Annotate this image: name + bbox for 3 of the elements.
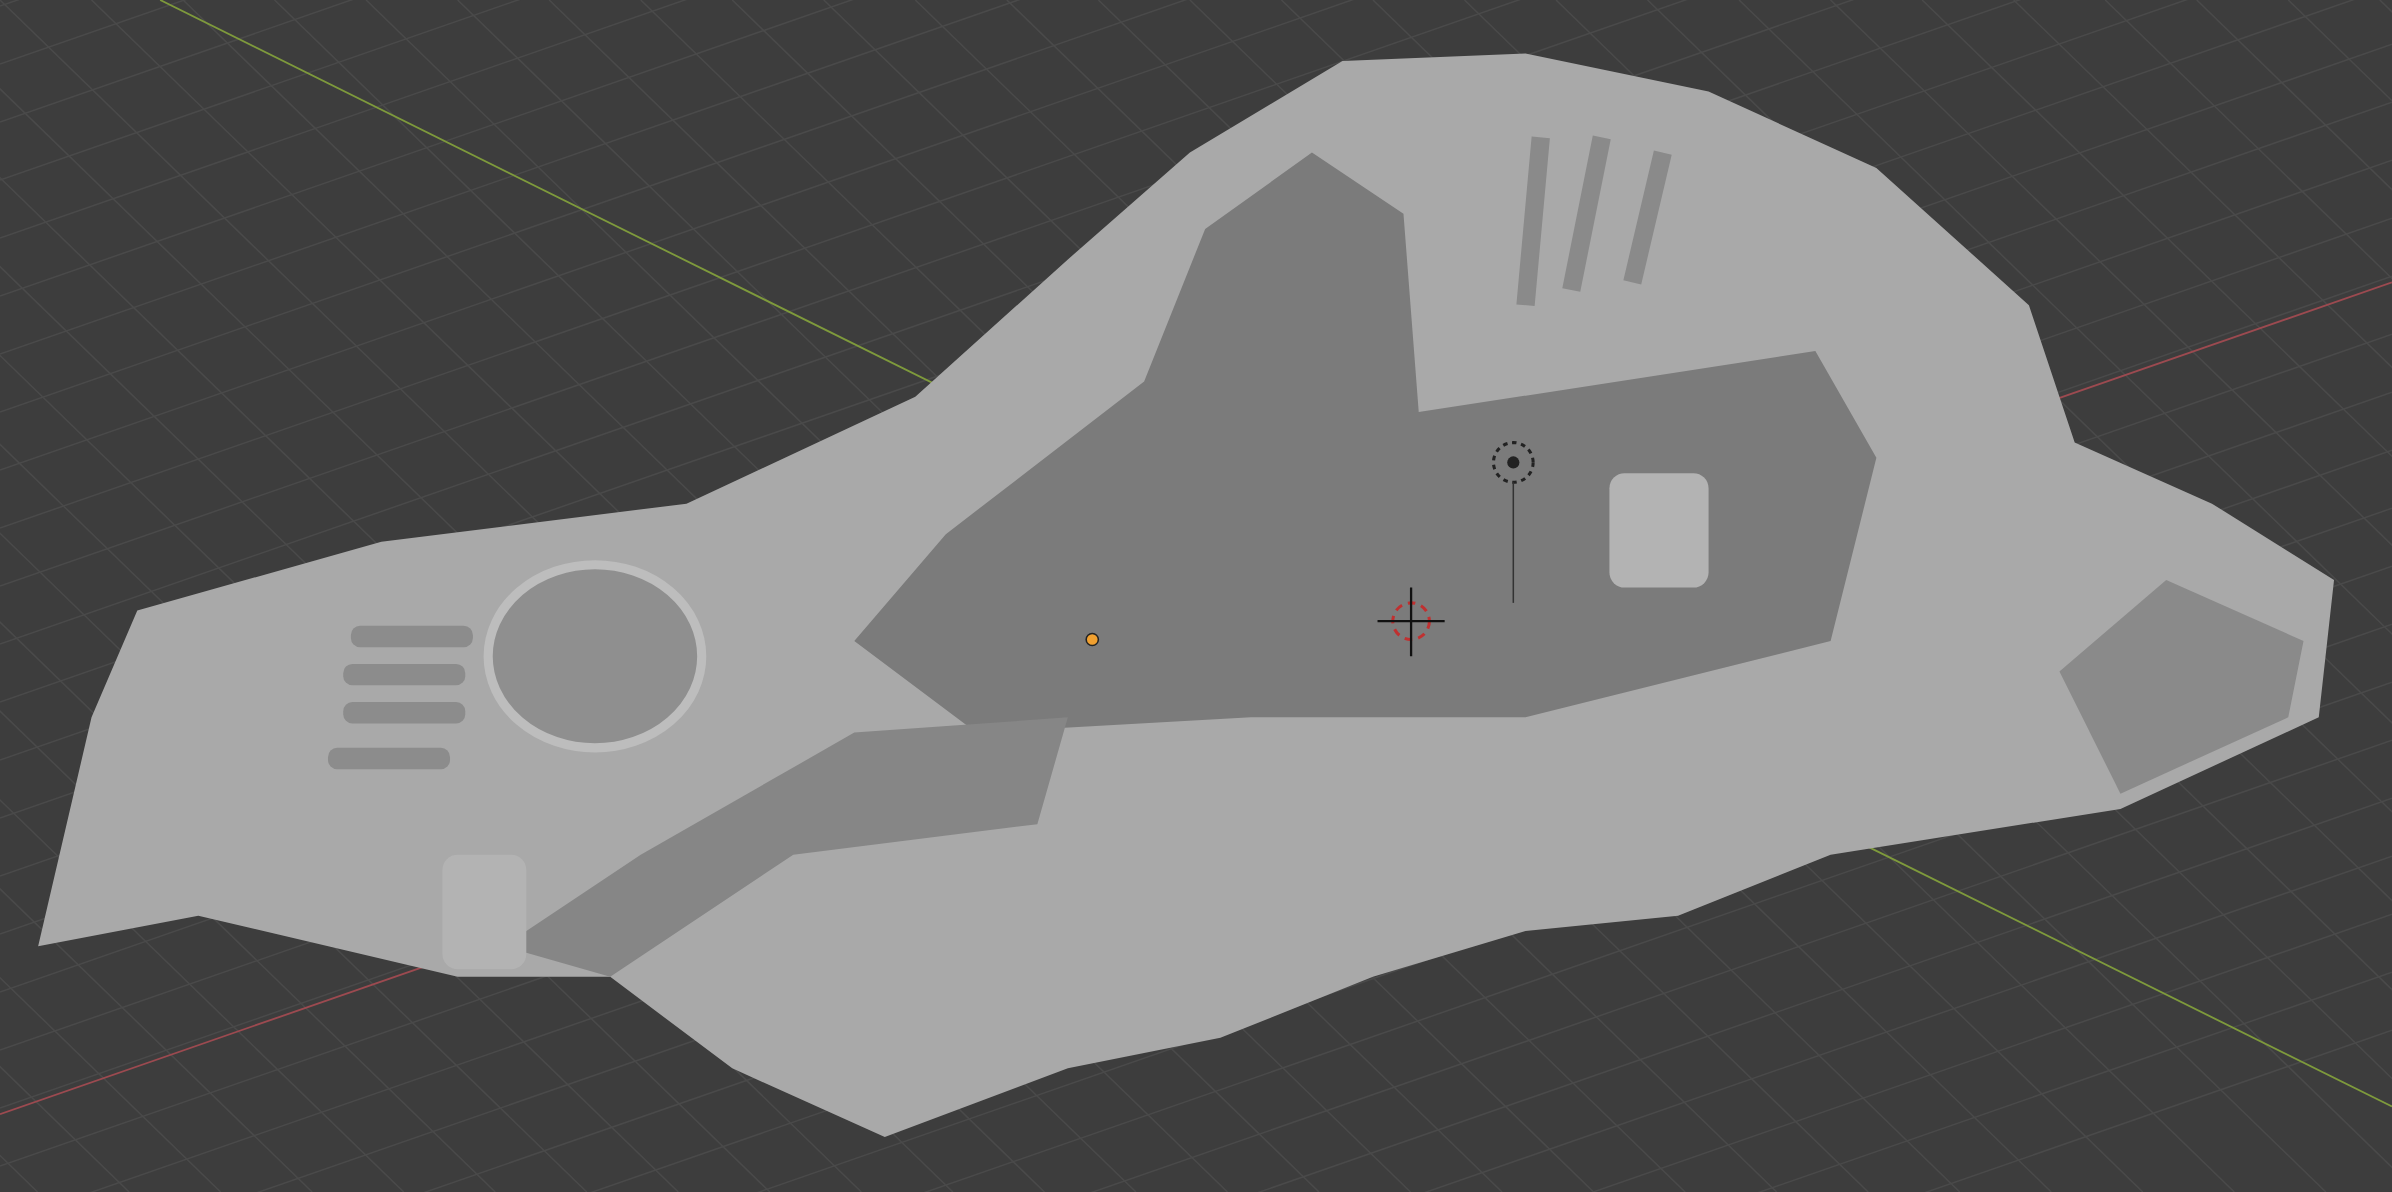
origin-point-icon	[1085, 632, 1100, 647]
3d-cursor-icon[interactable]	[1376, 586, 1446, 658]
light-icon[interactable]	[1491, 441, 1535, 604]
